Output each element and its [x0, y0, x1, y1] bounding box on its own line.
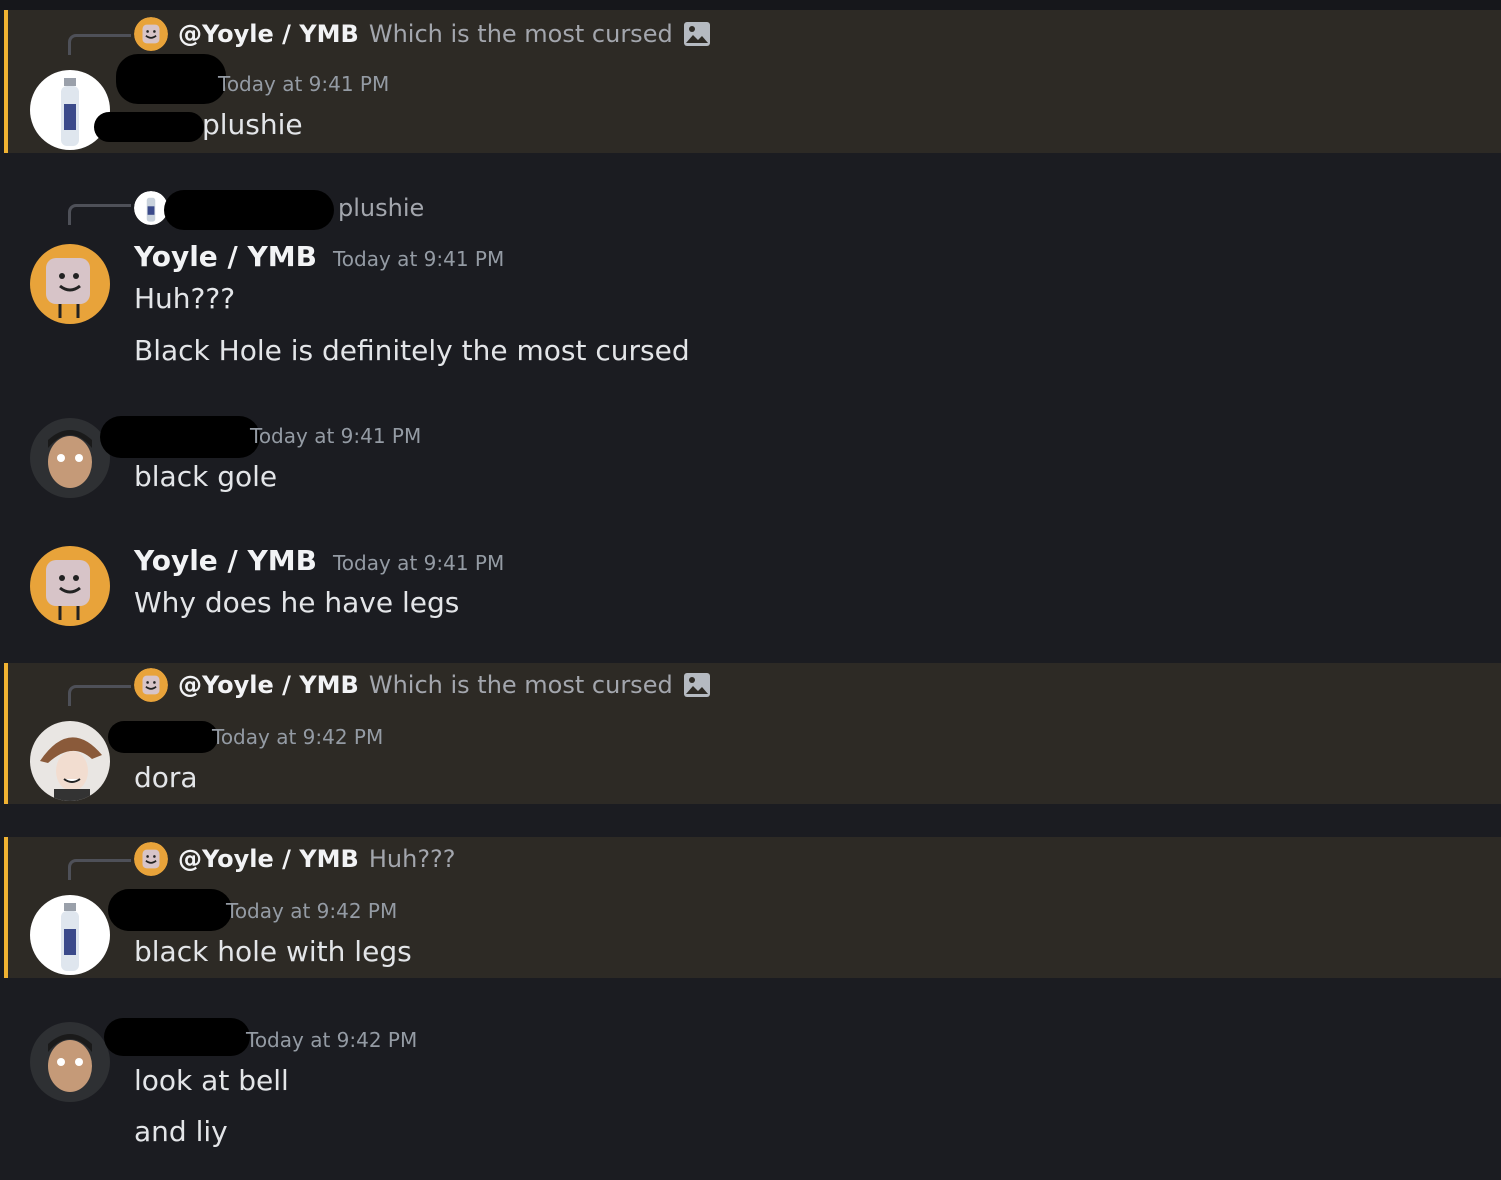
- author-name[interactable]: Yoyle / YMB: [134, 544, 317, 577]
- timestamp[interactable]: Today at 9:41 PM: [333, 247, 504, 271]
- redacted-username: [116, 54, 226, 104]
- message-header: Yoyle / YMB Today at 9:41 PM: [134, 240, 504, 273]
- reply-text[interactable]: Huh???: [369, 845, 456, 873]
- yoyle-mini-avatar: [134, 668, 168, 702]
- message-content: black gole: [134, 460, 278, 493]
- message-group[interactable]: @Yoyle / YMB Which is the most cursed To…: [4, 663, 1501, 804]
- reply-spine: [68, 685, 131, 706]
- message-header: Yoyle / YMB Today at 9:41 PM: [134, 544, 504, 577]
- reply-spine: [68, 34, 131, 55]
- redacted-username: [108, 889, 232, 931]
- top-divider: [0, 0, 1501, 10]
- timestamp[interactable]: Today at 9:42 PM: [226, 899, 397, 923]
- message-group[interactable]: @Yoyle / YMB Which is the most cursed To…: [4, 10, 1501, 153]
- message-content: Black Hole is definitely the most cursed: [134, 334, 690, 367]
- timestamp[interactable]: Today at 9:42 PM: [246, 1028, 417, 1052]
- message-header: Today at 9:42 PM: [212, 725, 383, 749]
- timestamp[interactable]: Today at 9:41 PM: [250, 424, 421, 448]
- reply-preview[interactable]: @Yoyle / YMB Which is the most cursed: [134, 16, 711, 52]
- reply-preview[interactable]: @Yoyle / YMB Huh???: [134, 841, 456, 877]
- timestamp[interactable]: Today at 9:41 PM: [333, 551, 504, 575]
- water-bottle-mini-avatar: [134, 191, 168, 225]
- person-avatar[interactable]: [30, 1022, 110, 1102]
- redacted-username: [100, 416, 260, 458]
- reply-mention[interactable]: @Yoyle / YMB: [178, 20, 359, 48]
- redacted-username: [108, 721, 218, 753]
- yoyle-mini-avatar: [134, 17, 168, 51]
- redacted-username: [94, 112, 204, 142]
- message-content: black hole with legs: [134, 935, 412, 968]
- reply-text[interactable]: Which is the most cursed: [369, 20, 673, 48]
- anime-avatar[interactable]: [30, 721, 110, 801]
- message-group[interactable]: Today at 9:41 PM black gole: [4, 410, 1501, 510]
- image-icon: [683, 21, 711, 47]
- yoyle-mini-avatar: [134, 842, 168, 876]
- message-group[interactable]: plushie Yoyle / YMB Today at 9:41 PM Huh…: [4, 180, 1501, 380]
- message-group[interactable]: @Yoyle / YMB Huh??? Today at 9:42 PM bla…: [4, 837, 1501, 978]
- reply-mention[interactable]: @Yoyle / YMB: [178, 671, 359, 699]
- message-content: and liy: [134, 1115, 228, 1148]
- timestamp[interactable]: Today at 9:41 PM: [218, 72, 389, 96]
- reply-mention[interactable]: @Yoyle / YMB: [178, 845, 359, 873]
- message-header: Today at 9:41 PM: [250, 424, 421, 448]
- message-group[interactable]: Today at 9:42 PM look at bell and liy: [4, 1012, 1501, 1172]
- reply-text[interactable]: plushie: [338, 194, 424, 222]
- redacted-username: [104, 1018, 250, 1056]
- message-content: look at bell: [134, 1064, 289, 1097]
- message-content: Why does he have legs: [134, 586, 460, 619]
- reply-text[interactable]: Which is the most cursed: [369, 671, 673, 699]
- message-header: Today at 9:42 PM: [246, 1028, 417, 1052]
- message-group[interactable]: Yoyle / YMB Today at 9:41 PM Why does he…: [4, 540, 1501, 640]
- image-icon: [683, 672, 711, 698]
- yoyle-avatar[interactable]: [30, 546, 110, 626]
- message-content: plushie: [202, 108, 303, 141]
- timestamp[interactable]: Today at 9:42 PM: [212, 725, 383, 749]
- reply-spine: [68, 204, 131, 225]
- person-avatar[interactable]: [30, 418, 110, 498]
- message-header: Today at 9:42 PM: [226, 899, 397, 923]
- message-content: dora: [134, 761, 198, 794]
- reply-spine: [68, 859, 131, 880]
- message-header: Today at 9:41 PM: [218, 72, 389, 96]
- redacted-username: [164, 190, 334, 230]
- water-bottle-avatar[interactable]: [30, 895, 110, 975]
- yoyle-avatar[interactable]: [30, 244, 110, 324]
- reply-preview[interactable]: @Yoyle / YMB Which is the most cursed: [134, 667, 711, 703]
- author-name[interactable]: Yoyle / YMB: [134, 240, 317, 273]
- message-content: Huh???: [134, 282, 236, 315]
